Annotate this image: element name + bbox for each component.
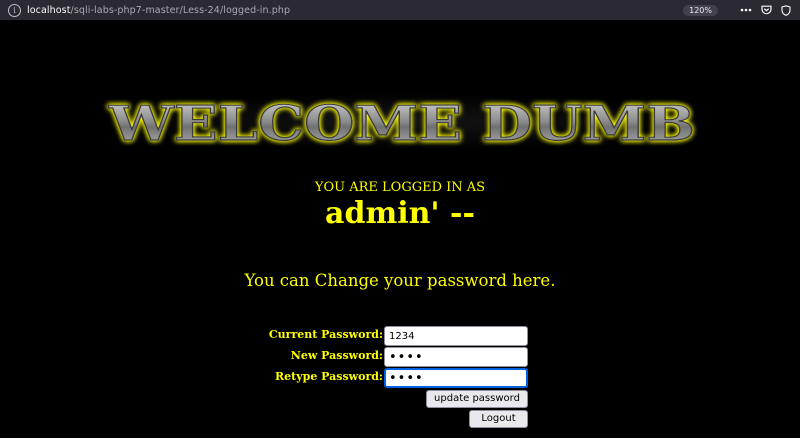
- username: admin' --: [325, 196, 475, 231]
- more-icon[interactable]: [740, 4, 752, 16]
- logged-in-label: YOU ARE LOGGED IN AS: [314, 180, 486, 195]
- current-password-row: Current Password:: [0, 326, 800, 346]
- url-path: /sqli-labs-php7-master/Less-24/logged-in…: [70, 4, 291, 16]
- url-host: localhost: [27, 4, 71, 16]
- url-text[interactable]: localhost/sqli-labs-php7-master/Less-24/…: [27, 5, 290, 16]
- current-password-input[interactable]: [384, 326, 528, 346]
- retype-password-label: Retype Password:: [275, 370, 383, 383]
- banner-text: WELCOME DUMB: [108, 96, 695, 151]
- update-password-button[interactable]: update password: [426, 390, 528, 408]
- browser-url-bar[interactable]: i localhost/sqli-labs-php7-master/Less-2…: [0, 0, 800, 20]
- logout-button[interactable]: Logout: [469, 410, 528, 428]
- shield-icon[interactable]: [780, 4, 792, 16]
- new-password-input[interactable]: [384, 347, 528, 367]
- retype-password-input[interactable]: [384, 368, 528, 388]
- new-password-row: New Password:: [0, 347, 800, 367]
- new-password-label: New Password:: [290, 349, 383, 362]
- welcome-banner: WELCOME DUMB: [99, 93, 705, 151]
- zoom-badge[interactable]: 120%: [683, 4, 718, 16]
- pocket-icon[interactable]: [760, 4, 772, 16]
- welcome-banner-graphic: WELCOME DUMB: [107, 95, 695, 151]
- retype-password-row: Retype Password:: [0, 368, 800, 388]
- current-password-label: Current Password:: [268, 328, 383, 341]
- info-icon[interactable]: i: [8, 3, 21, 17]
- change-password-message: You can Change your password here.: [244, 271, 556, 290]
